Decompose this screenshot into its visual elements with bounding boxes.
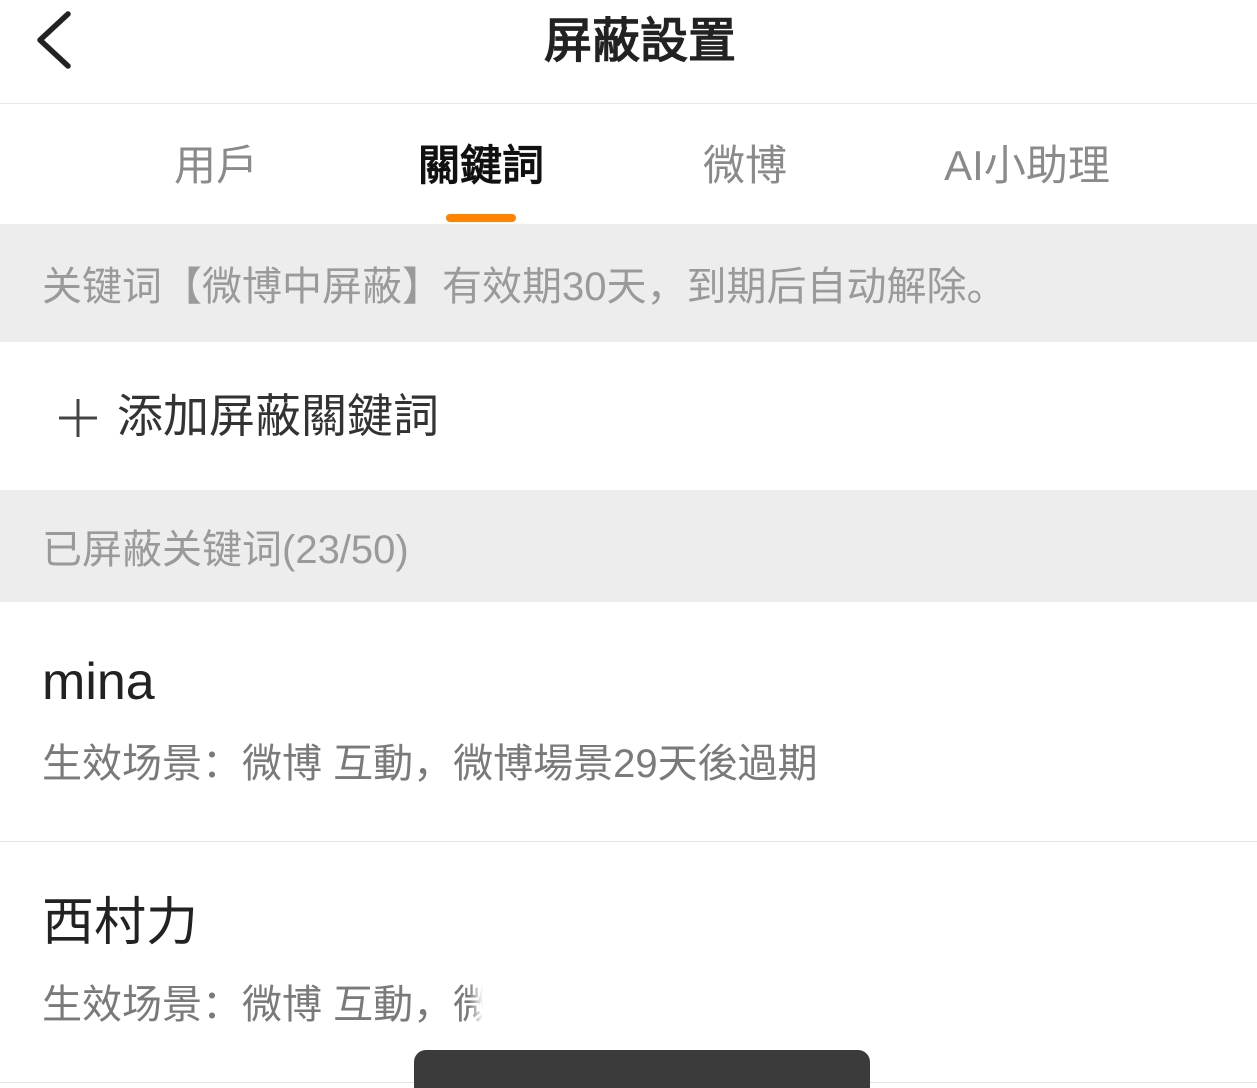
toast — [414, 1050, 870, 1088]
back-button[interactable] — [26, 6, 82, 74]
tab-keywords-label: 關鍵詞 — [417, 142, 544, 189]
active-tab-indicator — [446, 214, 516, 222]
tab-bar: 用戶 關鍵詞 微博 AI小助理 — [0, 104, 1257, 224]
tab-users-label: 用戶 — [173, 142, 258, 189]
add-keyword-button[interactable]: 添加屏蔽關鍵詞 — [0, 342, 1257, 490]
tab-keywords[interactable]: 關鍵詞 — [361, 104, 601, 224]
keyword-text: 西村力 — [42, 894, 199, 952]
plus-icon — [59, 399, 97, 437]
tab-users[interactable]: 用戶 — [96, 104, 336, 224]
redaction-blur — [469, 979, 850, 1031]
chevron-left-icon — [37, 11, 71, 69]
tab-ai-assistant[interactable]: AI小助理 — [907, 104, 1147, 224]
page-title: 屏蔽設置 — [543, 15, 737, 68]
keyword-list-item[interactable]: mina 生效场景：微博 互動，微博場景29天後過期 — [0, 602, 1257, 842]
keyword-scope-text: 生效场景：微博 互動，微 — [42, 983, 494, 1027]
tab-weibo[interactable]: 微博 — [625, 104, 865, 224]
blocked-keywords-count: 已屏蔽关键词(23/50) — [42, 528, 409, 572]
tab-weibo-label: 微博 — [702, 142, 787, 189]
add-keyword-label: 添加屏蔽關鍵詞 — [117, 390, 439, 442]
keyword-scope-detail: 生效场景：微博 互動，微 — [42, 979, 850, 1031]
notice-text: 关键词【微博中屏蔽】有效期30天，到期后自动解除。 — [42, 265, 1007, 309]
blocked-keywords-header: 已屏蔽关键词(23/50) — [0, 490, 1257, 602]
keyword-scope-detail: 生效场景：微博 互動，微博場景29天後過期 — [42, 742, 818, 786]
notice-bar: 关键词【微博中屏蔽】有效期30天，到期后自动解除。 — [0, 224, 1257, 342]
keyword-list-item[interactable]: 西村力 生效场景：微博 互動，微 — [0, 843, 1257, 1083]
keyword-text: mina — [42, 653, 155, 711]
tab-ai-assistant-label: AI小助理 — [944, 142, 1110, 189]
nav-header: 屏蔽設置 — [0, 0, 1257, 104]
